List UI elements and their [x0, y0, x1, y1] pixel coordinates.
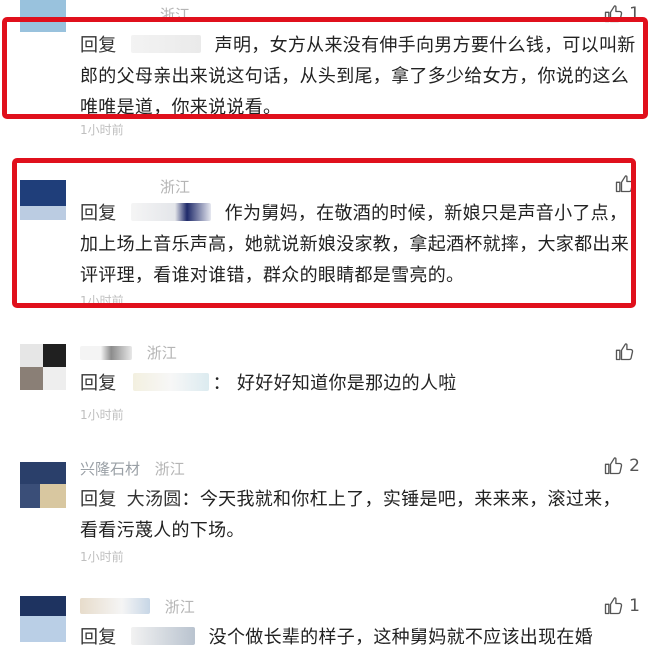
avatar[interactable]	[20, 596, 66, 642]
avatar[interactable]	[20, 462, 66, 508]
commenter-name-redacted[interactable]	[80, 598, 150, 614]
comment-time: 1小时前	[80, 550, 124, 564]
comment-body: 回复 大汤圆：今天我就和你杠上了，实锤是吧，来来来，滚过来，看看污蔑人的下场。	[80, 484, 638, 546]
thumbs-up-icon	[603, 596, 623, 616]
highlight-frame	[12, 158, 636, 308]
comment-time: 1小时前	[80, 123, 124, 137]
commenter-name-redacted[interactable]	[80, 346, 132, 360]
reply-separator: ：	[181, 489, 200, 510]
comment-body: 回复 没个做长辈的样子，这种舅妈就不应该出现在婚	[80, 622, 638, 653]
like-button[interactable]	[614, 342, 640, 362]
reply-label: 回复	[80, 627, 117, 648]
comment-item: 兴隆石材 浙江 2 回复 大汤圆：今天我就和你杠上了，实锤是吧，来来来，滚过来，…	[0, 450, 652, 580]
comment-meta: 浙江	[80, 342, 177, 363]
reply-target-redacted[interactable]	[130, 627, 195, 645]
like-button[interactable]: 2	[603, 456, 640, 476]
commenter-location: 浙江	[164, 598, 195, 616]
reply-separator: ：	[212, 373, 231, 394]
comment-text: 没个做长辈的样子，这种舅妈就不应该出现在婚	[208, 627, 593, 648]
highlight-frame	[2, 17, 648, 119]
commenter-name[interactable]: 兴隆石材	[80, 460, 140, 478]
thumbs-up-icon	[614, 342, 634, 362]
thumbs-up-icon	[603, 456, 623, 476]
comment-body: 回复 ： 好好好知道你是那边的人啦	[80, 368, 638, 399]
reply-label: 回复	[80, 373, 117, 394]
avatar[interactable]	[20, 344, 66, 390]
comment-item: 浙江 1 回复 没个做长辈的样子，这种舅妈就不应该出现在婚	[0, 588, 652, 660]
like-count: 1	[629, 596, 640, 616]
like-count: 2	[629, 456, 640, 476]
comment-item: 浙江 回复 ： 好好好知道你是那边的人啦 1小时前	[0, 330, 652, 440]
like-button[interactable]: 1	[603, 596, 640, 616]
comment-meta: 兴隆石材 浙江	[80, 458, 185, 479]
comment-time: 1小时前	[80, 408, 124, 422]
reply-target-redacted[interactable]	[132, 373, 209, 391]
comment-text: 好好好知道你是那边的人啦	[236, 373, 457, 394]
commenter-location: 浙江	[154, 460, 185, 478]
reply-target[interactable]: 大汤圆	[127, 489, 182, 510]
comment-meta: 浙江	[80, 596, 195, 617]
commenter-location: 浙江	[146, 344, 177, 362]
reply-label: 回复	[80, 489, 117, 510]
